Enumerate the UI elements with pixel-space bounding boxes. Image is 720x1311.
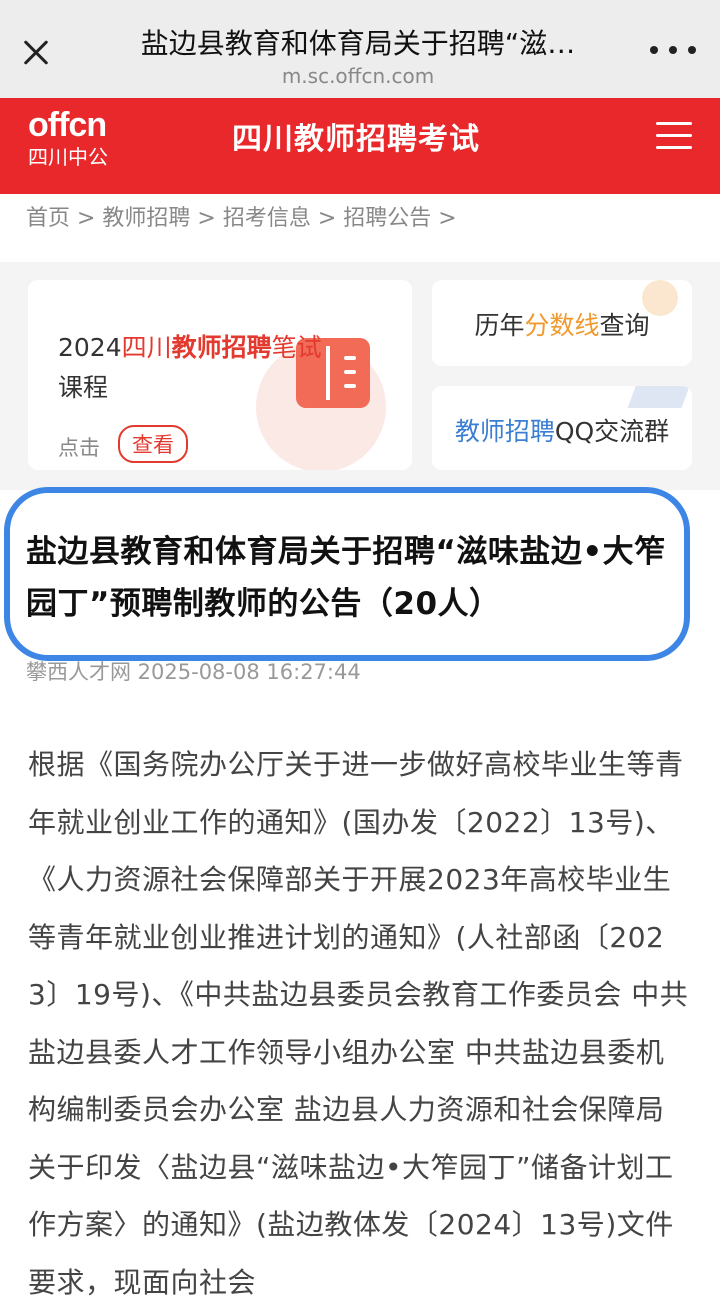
hamburger-menu-icon[interactable] xyxy=(656,122,692,150)
browser-page-title: 盐边县教育和体育局关于招聘“滋… xyxy=(140,27,576,60)
qq-group-text: 教师招聘QQ交流群 xyxy=(454,417,670,446)
article-title: 盐边县教育和体育局关于招聘“滋味盐边•大笮园丁”预聘制教师的公告（20人） xyxy=(26,534,666,622)
click-label: 点击 xyxy=(58,436,100,460)
offcn-logo[interactable]: offcn 四川中公 xyxy=(28,106,108,170)
course-promo-line2: 课程 xyxy=(58,373,109,402)
score-line-text: 历年分数线查询 xyxy=(474,311,650,340)
course-promo-card[interactable]: 2024四川教师招聘笔试 课程 点击 查看 xyxy=(28,280,412,470)
browser-url: m.sc.offcn.com xyxy=(281,64,435,88)
article-body: 根据《国务院办公厅关于进一步做好高校毕业生等青年就业创业工作的通知》(国办发〔2… xyxy=(28,748,689,1299)
more-options-icon[interactable] xyxy=(650,46,696,56)
close-icon[interactable] xyxy=(18,34,54,70)
site-header: offcn 四川中公 四川教师招聘考试 xyxy=(0,98,720,194)
view-button[interactable]: 查看 xyxy=(118,425,188,463)
logo-sub: 四川中公 xyxy=(28,145,108,169)
score-line-card[interactable]: 历年分数线查询 xyxy=(432,280,692,366)
breadcrumb[interactable]: 首页 > 教师招聘 > 招考信息 > 招聘公告 > xyxy=(26,200,457,232)
qq-group-card[interactable]: 教师招聘QQ交流群 xyxy=(432,386,692,470)
browser-top-bar: 盐边县教育和体育局关于招聘“滋… m.sc.offcn.com xyxy=(0,0,720,98)
site-title: 四川教师招聘考试 xyxy=(232,122,480,157)
logo-word: offcn xyxy=(28,106,107,144)
article-source-time: 攀西人才网 2025-08-08 16:27:44 xyxy=(26,660,361,684)
course-promo-line1: 2024四川教师招聘笔试 xyxy=(58,333,322,362)
graduation-cap-icon xyxy=(627,386,691,408)
promo-section: 2024四川教师招聘笔试 课程 点击 查看 历年分数线查询 教师招聘QQ交流群 xyxy=(0,262,720,490)
